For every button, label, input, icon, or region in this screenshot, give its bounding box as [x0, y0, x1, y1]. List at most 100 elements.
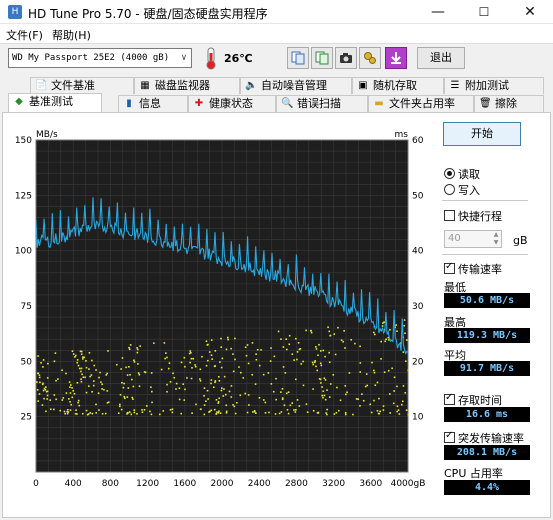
access-time-point: [234, 412, 237, 415]
access-time-point: [222, 395, 225, 397]
access-time-point: [199, 380, 202, 382]
start-button[interactable]: 开始: [443, 122, 521, 146]
access-time-point: [127, 387, 130, 389]
access-time-point: [186, 377, 188, 379]
tab-benchmark[interactable]: ◆ 基准测试: [8, 93, 102, 112]
access-time-point: [80, 370, 82, 373]
tab-folder-usage[interactable]: ▬ 文件夹占用率: [368, 95, 474, 112]
access-time-point: [224, 393, 227, 396]
short-stroke-label: 快捷行程: [458, 210, 502, 223]
x-tick-label: 2800: [285, 479, 308, 489]
access-time-checkbox[interactable]: 存取时间: [444, 392, 502, 408]
tab-random-access[interactable]: ▣ 随机存取: [352, 77, 444, 94]
screenshot-button[interactable]: [335, 47, 357, 69]
access-time-point: [203, 413, 206, 416]
access-time-point: [314, 360, 316, 362]
maximize-button[interactable]: ☐: [461, 0, 507, 24]
save-button[interactable]: [385, 47, 407, 69]
access-time-point: [217, 401, 220, 403]
access-time-point: [72, 353, 75, 355]
access-time-point: [47, 362, 49, 365]
access-time-point: [201, 355, 203, 358]
write-radio[interactable]: 写入: [444, 182, 480, 198]
access-time-point: [269, 360, 272, 362]
x-tick-label: 2000: [211, 479, 234, 489]
trash-icon: 🗑: [479, 98, 492, 109]
short-stroke-checkbox[interactable]: 快捷行程: [444, 208, 502, 224]
access-time-point: [373, 371, 376, 374]
tab-aam[interactable]: 🔈 自动噪音管理: [240, 77, 352, 94]
access-time-point: [133, 411, 136, 414]
menu-file[interactable]: 文件(F): [6, 27, 43, 43]
tab-disk-monitor[interactable]: ▦ 磁盘监视器: [134, 77, 240, 94]
y-tick-label-left: 25: [21, 413, 32, 423]
access-time-point: [95, 369, 97, 371]
access-time-point: [262, 373, 265, 376]
access-time-point: [37, 400, 39, 402]
access-time-point: [312, 388, 314, 390]
access-time-point: [132, 385, 135, 388]
short-stroke-spinner[interactable]: 40 ▲ ▼: [444, 230, 502, 248]
copy-info-button[interactable]: [287, 47, 309, 69]
read-radio[interactable]: 读取: [444, 166, 480, 182]
x-tick-label: 0: [33, 479, 39, 489]
access-time-point: [319, 350, 322, 352]
tab-file-benchmark[interactable]: 📄 文件基准: [30, 77, 134, 94]
transfer-rate-checkbox[interactable]: 传输速率: [444, 261, 502, 277]
close-button[interactable]: ✕: [507, 0, 553, 24]
list-icon: ☰: [450, 80, 460, 91]
access-time-point: [136, 347, 138, 349]
access-time-point: [234, 358, 236, 361]
tab-error-scan[interactable]: 🔍 错误扫描: [276, 95, 368, 112]
access-time-point: [220, 366, 223, 369]
access-time-point: [55, 398, 57, 401]
burst-rate-checkbox[interactable]: 突发传输速率: [444, 430, 524, 446]
drive-select[interactable]: WD My Passport 25E2 (4000 gB) ∨: [8, 48, 192, 68]
y-tick-label-right: 10: [412, 413, 424, 423]
tab-extra-tests[interactable]: ☰ 附加测试: [444, 77, 544, 94]
access-time-point: [121, 357, 124, 359]
access-time-point: [206, 389, 209, 392]
speaker-icon: 🔈: [245, 80, 258, 91]
spin-down-icon[interactable]: ▼: [491, 239, 501, 247]
access-time-point: [321, 386, 323, 388]
access-time-point: [305, 403, 308, 405]
tab-info[interactable]: ▮ 信息: [118, 95, 188, 112]
access-time-point: [211, 358, 213, 360]
access-time-point: [85, 360, 87, 362]
access-time-point: [49, 399, 52, 401]
access-time-point: [89, 375, 91, 378]
burst-rate-value: 208.1 MB/s: [444, 445, 530, 460]
window-title: HD Tune Pro 5.70 - 硬盘/固态硬盘实用程序: [28, 7, 268, 21]
thermometer-icon: [206, 47, 216, 70]
access-time-point: [282, 366, 285, 368]
menu-help[interactable]: 帮助(H): [52, 27, 91, 43]
y-tick-label-left: 100: [15, 247, 32, 257]
access-time-point: [396, 385, 398, 388]
options-button[interactable]: [359, 47, 381, 69]
exit-button[interactable]: 退出: [417, 47, 465, 69]
copy-text-button[interactable]: [311, 47, 333, 69]
access-time-point: [291, 402, 294, 404]
access-time-point: [344, 411, 347, 414]
access-time-point: [53, 394, 56, 396]
access-time-point: [39, 381, 41, 384]
access-time-point: [339, 399, 342, 402]
access-time-point: [87, 385, 90, 387]
download-arrow-icon: [391, 52, 401, 64]
access-time-point: [40, 362, 42, 364]
access-time-point: [80, 380, 83, 383]
checkbox-box-checked: [444, 261, 455, 274]
access-time-point: [395, 324, 397, 326]
access-time-point: [189, 361, 191, 364]
access-time-point: [285, 392, 288, 395]
access-time-point: [245, 354, 248, 357]
access-time-point: [205, 364, 208, 367]
tab-erase[interactable]: 🗑 擦除: [474, 95, 544, 112]
tab-health[interactable]: ✚ 健康状态: [188, 95, 276, 112]
access-time-point: [345, 393, 347, 396]
spin-up-icon[interactable]: ▲: [491, 231, 501, 239]
access-time-point: [383, 321, 385, 324]
minimize-button[interactable]: —: [415, 0, 461, 24]
access-time-point: [121, 381, 123, 384]
